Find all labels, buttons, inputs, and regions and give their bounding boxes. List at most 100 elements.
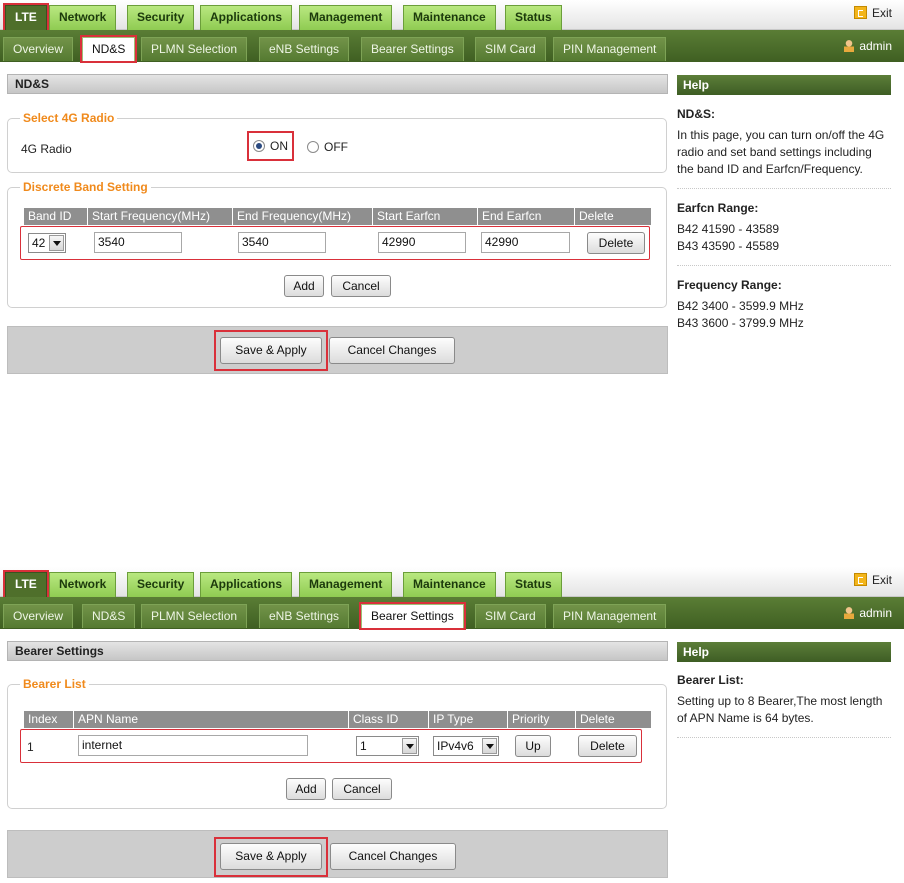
help-divider (677, 737, 891, 738)
add-button[interactable]: Add (286, 778, 326, 800)
admin-user: admin (844, 606, 892, 620)
help-heading-frequency: Frequency Range: (677, 278, 782, 292)
tab-network[interactable]: Network (49, 5, 117, 30)
tab-applications[interactable]: Applications (200, 572, 293, 597)
user-icon (844, 40, 855, 52)
help-text-frequency-b42: B42 3400 - 3599.9 MHz (677, 299, 804, 313)
save-apply-button[interactable]: Save & Apply (220, 843, 322, 870)
chevron-down-icon (402, 738, 417, 754)
ip-type-select[interactable]: IPv4v6 (433, 736, 499, 756)
th-end-frequency: End Frequency(MHz) (233, 208, 373, 225)
band-id-value: 42 (32, 236, 46, 250)
subtab-nds[interactable]: ND&S (79, 35, 138, 63)
exit-label: Exit (871, 573, 892, 587)
subtab-overview[interactable]: Overview (3, 37, 74, 61)
end-earfcn-input[interactable]: 42990 (481, 232, 570, 253)
tab-security[interactable]: Security (127, 572, 195, 597)
tab-maintenance[interactable]: Maintenance (403, 5, 496, 30)
help-text-earfcn-b43: B43 43590 - 45589 (677, 239, 780, 253)
add-button[interactable]: Add (284, 275, 324, 297)
radio-off-group: OFF (307, 140, 348, 154)
apn-name-input[interactable]: internet (78, 735, 308, 756)
th-delete: Delete (575, 208, 652, 225)
help-text-bearer-list: Setting up to 8 Bearer,The most length o… (677, 694, 883, 725)
cancel-changes-button[interactable]: Cancel Changes (329, 337, 455, 364)
subtab-enb-settings[interactable]: eNB Settings (259, 604, 350, 628)
subtab-sim-card[interactable]: SIM Card (475, 604, 546, 628)
cancel-changes-button[interactable]: Cancel Changes (330, 843, 456, 870)
th-start-frequency: Start Frequency(MHz) (88, 208, 233, 225)
band-legend: Discrete Band Setting (20, 180, 151, 194)
tab-applications[interactable]: Applications (200, 5, 293, 30)
help-divider (677, 188, 891, 189)
help-header: Help (677, 75, 891, 95)
help-text-nds: In this page, you can turn on/off the 4G… (677, 128, 885, 176)
class-id-select[interactable]: 1 (356, 736, 419, 756)
help-heading-bearer-list: Bearer List: (677, 673, 744, 687)
subtab-bearer-settings[interactable]: Bearer Settings (359, 602, 466, 630)
tab-management[interactable]: Management (299, 5, 393, 30)
subtab-pin-management[interactable]: PIN Management (553, 604, 667, 628)
cancel-button[interactable]: Cancel (332, 778, 392, 800)
tab-status[interactable]: Status (505, 572, 562, 597)
th-delete: Delete (576, 711, 652, 728)
priority-up-button[interactable]: Up (515, 735, 551, 757)
subtab-nds[interactable]: ND&S (82, 604, 136, 628)
page-title: ND&S (7, 74, 668, 94)
class-id-value: 1 (360, 739, 367, 753)
exit-label: Exit (871, 6, 892, 20)
bearer-index: 1 (27, 740, 34, 754)
radio-on-group: ON (245, 130, 296, 161)
admin-label: admin (859, 606, 892, 620)
th-end-earfcn: End Earfcn (478, 208, 575, 225)
band-table-header: Band ID Start Frequency(MHz) End Frequen… (24, 208, 652, 225)
help-heading-earfcn: Earfcn Range: (677, 201, 759, 215)
sub-nav: Overview ND&S PLMN Selection eNB Setting… (0, 597, 904, 630)
radio-off-button[interactable] (307, 141, 319, 153)
help-panel: Bearer List: Setting up to 8 Bearer,The … (677, 673, 891, 750)
tab-lte[interactable]: LTE (3, 3, 49, 32)
help-text-earfcn-b42: B42 41590 - 43589 (677, 222, 780, 236)
tab-network[interactable]: Network (49, 572, 117, 597)
th-start-earfcn: Start Earfcn (373, 208, 478, 225)
subtab-bearer-settings[interactable]: Bearer Settings (361, 37, 464, 61)
exit-link[interactable]: Exit (853, 573, 892, 587)
tab-lte[interactable]: LTE (3, 570, 49, 599)
delete-bearer-button[interactable]: Delete (578, 735, 637, 757)
bearer-table-header: Index APN Name Class ID IP Type Priority… (24, 711, 652, 728)
tab-status[interactable]: Status (505, 5, 562, 30)
radio-on-highlight: ON (247, 130, 294, 161)
radio-on-label: ON (270, 138, 288, 153)
admin-user: admin (844, 39, 892, 53)
th-band-id: Band ID (24, 208, 88, 225)
start-frequency-input[interactable]: 3540 (94, 232, 182, 253)
subtab-enb-settings[interactable]: eNB Settings (259, 37, 350, 61)
subtab-pin-management[interactable]: PIN Management (553, 37, 667, 61)
end-frequency-input[interactable]: 3540 (238, 232, 326, 253)
admin-label: admin (859, 39, 892, 53)
tab-maintenance[interactable]: Maintenance (403, 572, 496, 597)
ip-type-value: IPv4v6 (437, 739, 474, 753)
start-earfcn-input[interactable]: 42990 (378, 232, 466, 253)
subtab-plmn-selection[interactable]: PLMN Selection (141, 37, 248, 61)
subtab-sim-card[interactable]: SIM Card (475, 37, 546, 61)
top-nav: LTE Network Security Applications Manage… (0, 0, 904, 32)
chevron-down-icon (482, 738, 497, 754)
tab-management[interactable]: Management (299, 572, 393, 597)
subtab-plmn-selection[interactable]: PLMN Selection (141, 604, 248, 628)
user-icon (844, 607, 855, 619)
tab-security[interactable]: Security (127, 5, 195, 30)
th-apn-name: APN Name (74, 711, 349, 728)
cancel-button[interactable]: Cancel (331, 275, 391, 297)
exit-icon (853, 6, 867, 19)
help-header: Help (677, 642, 891, 662)
radio-on-button[interactable] (253, 139, 265, 152)
exit-link[interactable]: Exit (853, 6, 892, 20)
delete-band-button[interactable]: Delete (587, 232, 645, 254)
save-apply-button[interactable]: Save & Apply (220, 337, 322, 364)
radio-label: 4G Radio (21, 142, 72, 156)
subtab-overview[interactable]: Overview (3, 604, 74, 628)
help-text-frequency-b43: B43 3600 - 3799.9 MHz (677, 316, 804, 330)
band-id-select[interactable]: 42 (28, 233, 66, 253)
bearer-legend: Bearer List (20, 677, 89, 691)
